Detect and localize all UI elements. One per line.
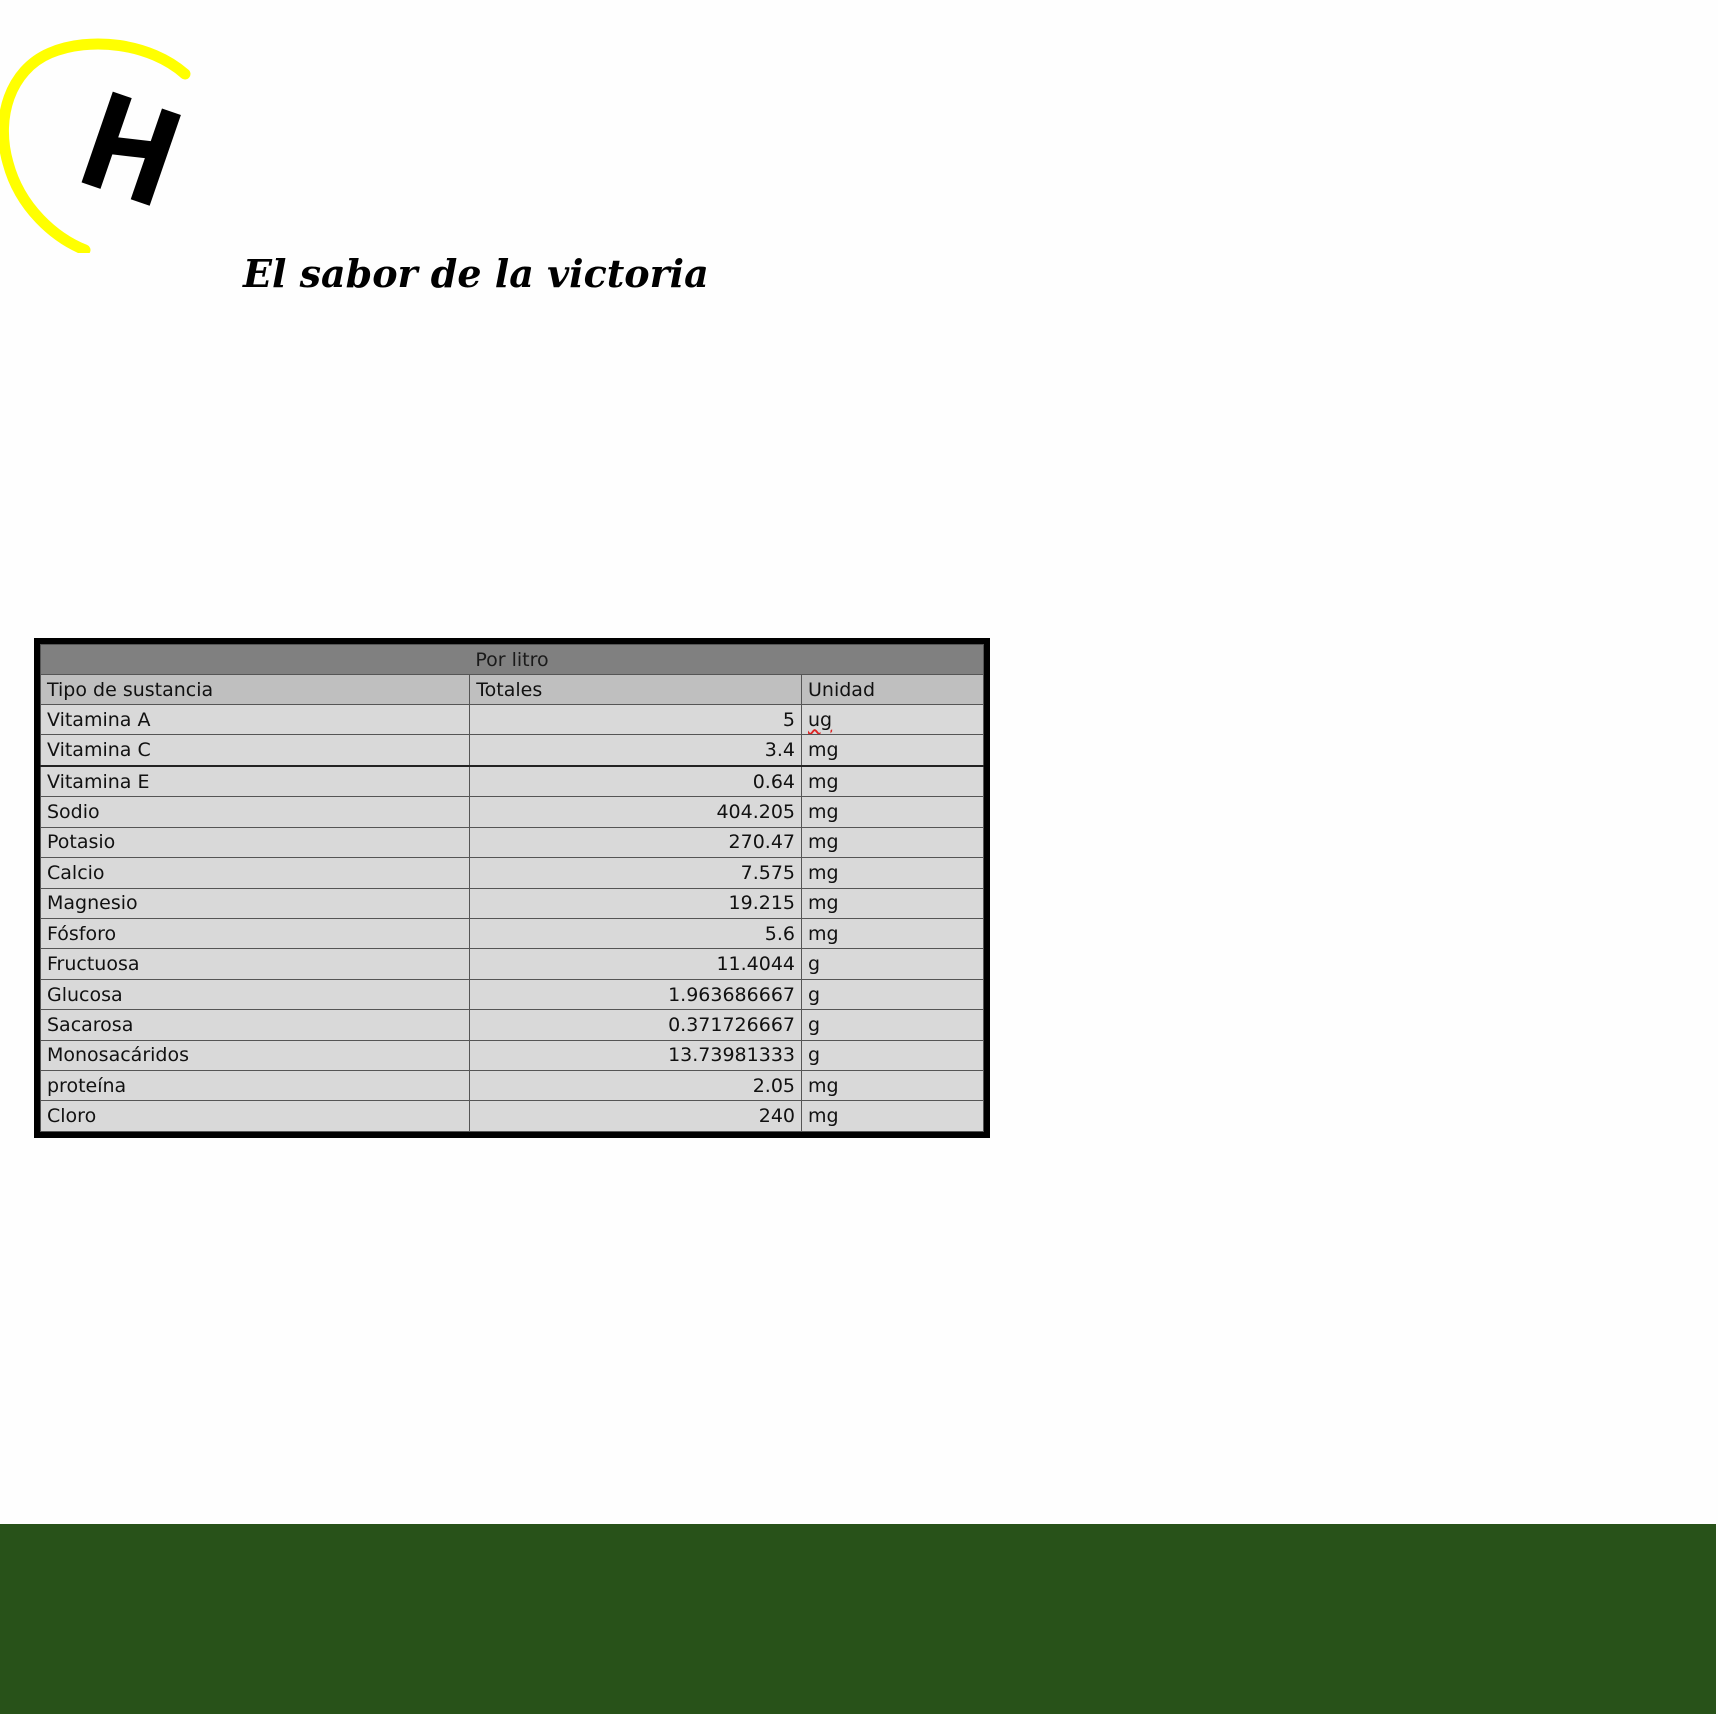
row-unit: g [801, 978, 984, 1011]
row-unit: mg [801, 826, 984, 859]
table-row: Fósforo 5.6 mg [39, 917, 984, 950]
nutrition-table: Por litro Tipo de sustancia Totales Unid… [34, 638, 990, 1138]
row-substance: Vitamina C [39, 734, 471, 767]
table-row: Cloro 240 mg [39, 1100, 984, 1132]
table-row: Fructuosa 11.4044 g [39, 948, 984, 980]
row-substance: Potasio [39, 826, 471, 859]
nutrition-table-grid: Por litro Tipo de sustancia Totales Unid… [39, 644, 984, 1132]
row-total: 2.05 [469, 1070, 803, 1102]
column-header-unit: Unidad [801, 674, 984, 705]
row-total: 19.215 [469, 887, 803, 919]
table-row: Sacarosa 0.371726667 g [39, 1009, 984, 1041]
column-header-totals: Totales [469, 674, 803, 705]
row-substance: Sacarosa [39, 1009, 471, 1041]
row-total: 0.371726667 [469, 1009, 803, 1041]
logo-h-mark-icon [81, 91, 181, 206]
row-unit: mg [801, 857, 984, 889]
row-substance: proteína [39, 1070, 471, 1102]
row-substance: Vitamina E [39, 765, 471, 798]
row-substance: Magnesio [39, 887, 471, 919]
row-total: 5.6 [469, 917, 803, 950]
row-unit: mg [801, 1070, 984, 1102]
row-unit: ug [801, 703, 984, 736]
row-total: 11.4044 [469, 948, 803, 980]
row-total: 13.73981333 [469, 1039, 803, 1072]
table-row: Vitamina C 3.4 mg [39, 734, 984, 767]
row-unit: mg [801, 887, 984, 919]
row-unit-text: ug [808, 708, 833, 731]
row-unit: g [801, 1009, 984, 1041]
row-substance: Monosacáridos [39, 1039, 471, 1072]
brand-slogan: El sabor de la victoria [243, 251, 709, 296]
table-group-header: Por litro [40, 644, 984, 675]
row-unit: mg [801, 796, 984, 828]
brand-logo [0, 38, 191, 253]
table-row: Vitamina A 5 ug [39, 703, 984, 736]
table-row: Sodio 404.205 mg [39, 796, 984, 828]
row-unit: mg [801, 734, 984, 767]
table-row: Glucosa 1.963686667 g [39, 978, 984, 1011]
row-substance: Fructuosa [39, 948, 471, 980]
row-total: 0.64 [469, 765, 803, 798]
table-row: Potasio 270.47 mg [39, 826, 984, 859]
row-unit: g [801, 948, 984, 980]
row-substance: Cloro [39, 1100, 471, 1132]
table-row: Calcio 7.575 mg [39, 857, 984, 889]
row-total: 1.963686667 [469, 978, 803, 1011]
row-total: 404.205 [469, 796, 803, 828]
table-row: proteína 2.05 mg [39, 1070, 984, 1102]
row-substance: Calcio [39, 857, 471, 889]
table-row: Magnesio 19.215 mg [39, 887, 984, 919]
row-total: 5 [469, 703, 803, 736]
table-row: Vitamina E 0.64 mg [39, 765, 984, 798]
row-unit: mg [801, 765, 984, 798]
column-header-substance: Tipo de sustancia [39, 674, 471, 705]
row-unit: g [801, 1039, 984, 1072]
row-substance: Glucosa [39, 978, 471, 1011]
row-total: 270.47 [469, 826, 803, 859]
footer-band [0, 1524, 1716, 1714]
row-total: 240 [469, 1100, 803, 1132]
table-row: Monosacáridos 13.73981333 g [39, 1039, 984, 1072]
row-substance: Vitamina A [39, 703, 471, 736]
row-unit: mg [801, 917, 984, 950]
row-unit: mg [801, 1100, 984, 1132]
row-total: 7.575 [469, 857, 803, 889]
row-total: 3.4 [469, 734, 803, 767]
row-substance: Sodio [39, 796, 471, 828]
row-substance: Fósforo [39, 917, 471, 950]
